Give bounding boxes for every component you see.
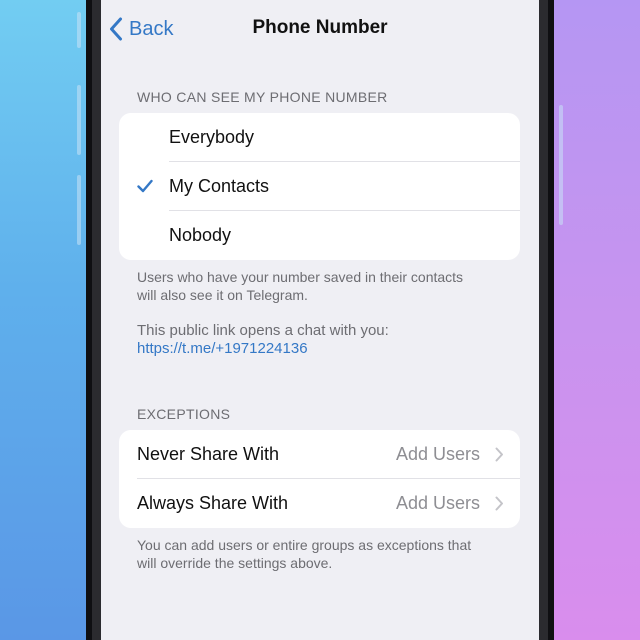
visibility-footer: Users who have your number saved in thei… bbox=[137, 268, 517, 304]
navigation-bar: Back Phone Number bbox=[101, 0, 539, 58]
add-users-value: Add Users bbox=[395, 444, 480, 464]
never-share-with-row[interactable]: Never Share With Add Users bbox=[119, 430, 520, 479]
visibility-options-group: Everybody My Contacts Nobody bbox=[119, 113, 520, 260]
visibility-section-header: WHO CAN SEE MY PHONE NUMBER bbox=[137, 89, 388, 105]
add-users-value: Add Users bbox=[395, 493, 480, 513]
phone-side-button bbox=[559, 105, 563, 225]
row-label: Never Share With bbox=[137, 444, 280, 464]
always-share-with-row[interactable]: Always Share With Add Users bbox=[119, 479, 520, 528]
checkmark-icon bbox=[137, 179, 153, 193]
public-link-url[interactable]: https://t.me/+1971224136 bbox=[137, 340, 517, 358]
option-nobody[interactable]: Nobody bbox=[119, 211, 520, 260]
exceptions-section-header: EXCEPTIONS bbox=[137, 406, 231, 422]
public-link-description: This public link opens a chat with you: bbox=[137, 322, 389, 339]
chevron-right-icon bbox=[495, 496, 503, 511]
exceptions-group: Never Share With Add Users Always Share … bbox=[119, 430, 520, 528]
phone-side-button bbox=[77, 12, 81, 48]
page-title: Phone Number bbox=[252, 17, 388, 38]
footer-line: will also see it on Telegram. bbox=[137, 287, 308, 303]
row-label: Always Share With bbox=[137, 493, 289, 513]
footer-line: will override the settings above. bbox=[137, 555, 333, 571]
exceptions-footer: You can add users or entire groups as ex… bbox=[137, 536, 517, 572]
public-link-block: This public link opens a chat with you: … bbox=[137, 322, 517, 358]
option-my-contacts[interactable]: My Contacts bbox=[119, 162, 520, 211]
background-right bbox=[548, 0, 640, 640]
option-label: Everybody bbox=[169, 127, 255, 147]
phone-screen: Back Phone Number WHO CAN SEE MY PHONE N… bbox=[101, 0, 539, 640]
footer-line: Users who have your number saved in thei… bbox=[137, 269, 464, 285]
option-everybody[interactable]: Everybody bbox=[119, 113, 520, 162]
phone-side-button bbox=[77, 85, 81, 155]
option-label: My Contacts bbox=[169, 176, 270, 196]
phone-side-button bbox=[77, 175, 81, 245]
chevron-right-icon bbox=[495, 447, 503, 462]
option-label: Nobody bbox=[169, 225, 232, 245]
footer-line: You can add users or entire groups as ex… bbox=[137, 537, 472, 553]
